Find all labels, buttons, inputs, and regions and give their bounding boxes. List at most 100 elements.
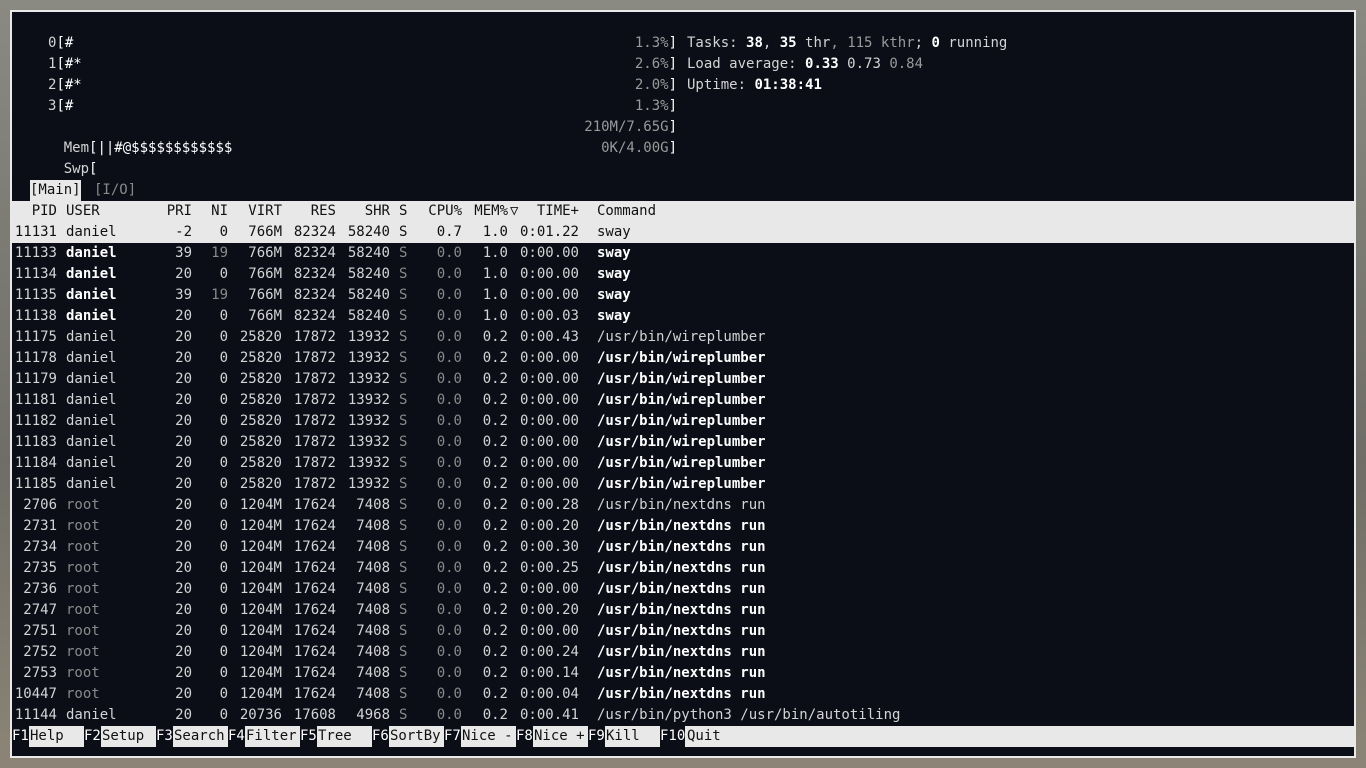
cell-res: 17624 — [293, 539, 336, 555]
process-row[interactable]: 11144 daniel 20 0 20736 17608 4968 S 0.0 0.2 0:00.… — [12, 705, 1354, 726]
tab-io[interactable]: [I/O] — [94, 180, 136, 201]
process-row[interactable]: 11181 daniel 20 0 25820 17872 13932 S 0.0 0.2 0:00… — [12, 390, 1354, 411]
cell-ni: 0 — [219, 497, 228, 513]
function-key-bar[interactable]: F1 Help F2 Setup F3 Search F4 Filter F5 Tree F6… — [12, 726, 1354, 747]
process-row[interactable]: 2751 root 20 0 1204M 17624 7408 S 0.0 0.2 0:00.00 /… — [12, 621, 1354, 642]
col-shr[interactable]: SHR — [340, 201, 390, 222]
fkey-label-f8[interactable]: Nice + — [534, 726, 585, 747]
cell-res: 17624 — [293, 560, 336, 576]
cell-res: 17872 — [293, 434, 336, 450]
process-row[interactable]: 11184 daniel 20 0 25820 17872 13932 S 0.0 0.2 0:00… — [12, 453, 1354, 474]
cell-res: 82324 — [293, 287, 336, 303]
swp-value-row: 0K/4.00G] — [601, 140, 677, 156]
cell-s: S — [399, 455, 408, 471]
fkey-f8[interactable]: F8 — [516, 726, 533, 747]
cpu-value-row: 1.3%] — [634, 35, 677, 51]
fkey-label-f3[interactable]: Search — [174, 726, 225, 747]
cell-shr: 13932 — [347, 434, 390, 450]
process-row[interactable]: 11134 daniel 20 0 766M 82324 58240 S 0.0 1.0 0:00.… — [12, 264, 1354, 285]
fkey-f1[interactable]: F1 — [12, 726, 29, 747]
process-row[interactable]: 11138 daniel 20 0 766M 82324 58240 S 0.0 1.0 0:00.… — [12, 306, 1354, 327]
col-state[interactable]: S — [399, 201, 407, 222]
cell-ni: 19 — [211, 287, 228, 303]
fkey-f7[interactable]: F7 — [444, 726, 461, 747]
fkey-f2[interactable]: F2 — [84, 726, 101, 747]
column-header[interactable]: PID USER PRI NI VIRT RES SHR S CPU% MEM%… — [12, 201, 1354, 222]
process-row[interactable]: 11185 daniel 20 0 25820 17872 13932 S 0.0 0.2 0:00… — [12, 474, 1354, 495]
process-row[interactable]: 2734 root 20 0 1204M 17624 7408 S 0.0 0.2 0:00.30 /… — [12, 537, 1354, 558]
cell-time: 0:00.28 — [519, 497, 579, 513]
cell-user: daniel — [66, 392, 117, 408]
cell-user: daniel — [66, 434, 117, 450]
process-row[interactable]: 11178 daniel 20 0 25820 17872 13932 S 0.0 0.2 0:00… — [12, 348, 1354, 369]
process-row[interactable]: 2747 root 20 0 1204M 17624 7408 S 0.0 0.2 0:00.20 /… — [12, 600, 1354, 621]
cell-pri: 20 — [175, 539, 192, 555]
cell-user: daniel — [66, 224, 117, 240]
tasks-line: Tasks: 38, 35 thr, 115 kthr; 0 running — [687, 35, 1008, 51]
cell-cpu: 0.0 — [436, 245, 462, 261]
process-row[interactable]: 2731 root 20 0 1204M 17624 7408 S 0.0 0.2 0:00.20 /… — [12, 516, 1354, 537]
cell-user: daniel — [66, 476, 117, 492]
cell-cmd: /usr/bin/nextdns run — [597, 686, 766, 702]
process-row[interactable]: 11135 daniel 39 19 766M 82324 58240 S 0.0 1.0 0:00… — [12, 285, 1354, 306]
col-command[interactable]: Command — [597, 201, 656, 222]
cell-user: root — [66, 602, 100, 618]
fkey-label-f2[interactable]: Setup — [102, 726, 153, 747]
process-row[interactable]: 11183 daniel 20 0 25820 17872 13932 S 0.0 0.2 0:00… — [12, 432, 1354, 453]
fkey-f3[interactable]: F3 — [156, 726, 173, 747]
fkey-f10[interactable]: F10 — [660, 726, 686, 747]
cell-virt: 766M — [248, 287, 282, 303]
fkey-label-f5[interactable]: Tree — [318, 726, 369, 747]
cell-pid: 11182 — [14, 413, 57, 429]
cell-res: 82324 — [293, 224, 336, 240]
cell-pri: 20 — [175, 686, 192, 702]
fkey-label-f1[interactable]: Help — [30, 726, 81, 747]
col-res[interactable]: RES — [286, 201, 336, 222]
fkey-f5[interactable]: F5 — [300, 726, 317, 747]
fkey-label-f7[interactable]: Nice - — [462, 726, 513, 747]
cell-pri: 20 — [175, 308, 192, 324]
process-row[interactable]: 11182 daniel 20 0 25820 17872 13932 S 0.0 0.2 0:00… — [12, 411, 1354, 432]
htop-terminal[interactable]: 0[# 1.3%] 1[#* 2.6%] 2[#* 2.0%] 3[# 1.3%] Mem[|… — [10, 10, 1356, 758]
col-ni[interactable]: NI — [197, 201, 228, 222]
process-row[interactable]: 2752 root 20 0 1204M 17624 7408 S 0.0 0.2 0:00.24 /… — [12, 642, 1354, 663]
col-time[interactable]: TIME+ — [517, 201, 579, 222]
cell-pid: 2735 — [23, 560, 57, 576]
process-row[interactable]: 2706 root 20 0 1204M 17624 7408 S 0.0 0.2 0:00.28 /… — [12, 495, 1354, 516]
cell-time: 0:00.00 — [519, 392, 579, 408]
fkey-label-f9[interactable]: Kill — [606, 726, 657, 747]
tab-main[interactable]: [Main] — [30, 180, 81, 201]
cell-cpu: 0.0 — [436, 686, 462, 702]
col-cpu[interactable]: CPU% — [416, 201, 462, 222]
fkey-label-f4[interactable]: Filter — [246, 726, 297, 747]
col-user[interactable]: USER — [66, 201, 100, 222]
cell-cmd: /usr/bin/wireplumber — [597, 413, 766, 429]
process-row[interactable]: 11179 daniel 20 0 25820 17872 13932 S 0.0 0.2 0:00… — [12, 369, 1354, 390]
process-row[interactable]: 2736 root 20 0 1204M 17624 7408 S 0.0 0.2 0:00.00 /… — [12, 579, 1354, 600]
process-row[interactable]: 2753 root 20 0 1204M 17624 7408 S 0.0 0.2 0:00.14 /… — [12, 663, 1354, 684]
fkey-f4[interactable]: F4 — [228, 726, 245, 747]
cell-s: S — [399, 644, 408, 660]
cell-ni: 0 — [219, 581, 228, 597]
col-mem[interactable]: MEM% — [466, 201, 508, 222]
process-row[interactable]: 11175 daniel 20 0 25820 17872 13932 S 0.0 0.2 0:00… — [12, 327, 1354, 348]
process-row[interactable]: 11133 daniel 39 19 766M 82324 58240 S 0.0 1.0 0:00… — [12, 243, 1354, 264]
col-virt[interactable]: VIRT — [232, 201, 282, 222]
fkey-f6[interactable]: F6 — [372, 726, 389, 747]
fkey-label-f10[interactable]: Quit — [687, 726, 721, 747]
fkey-f9[interactable]: F9 — [588, 726, 605, 747]
cell-shr: 58240 — [347, 287, 390, 303]
cell-virt: 1204M — [239, 623, 282, 639]
col-pri[interactable]: PRI — [152, 201, 192, 222]
process-row[interactable]: 2735 root 20 0 1204M 17624 7408 S 0.0 0.2 0:00.25 /… — [12, 558, 1354, 579]
process-row[interactable]: 11131 daniel -2 0 766M 82324 58240 S 0.7 1.0 0:01.… — [12, 222, 1354, 243]
cell-virt: 20736 — [239, 707, 282, 723]
col-pid[interactable]: PID — [12, 201, 57, 222]
process-row[interactable]: 10447 root 20 0 1204M 17624 7408 S 0.0 0.2 0:00.04… — [12, 684, 1354, 705]
cpu-percent: 1.3% — [634, 35, 669, 51]
cell-ni: 0 — [219, 455, 228, 471]
fkey-label-f6[interactable]: SortBy — [390, 726, 441, 747]
cell-cmd: sway — [597, 245, 631, 261]
cell-virt: 25820 — [239, 476, 282, 492]
cell-pri: 20 — [175, 602, 192, 618]
